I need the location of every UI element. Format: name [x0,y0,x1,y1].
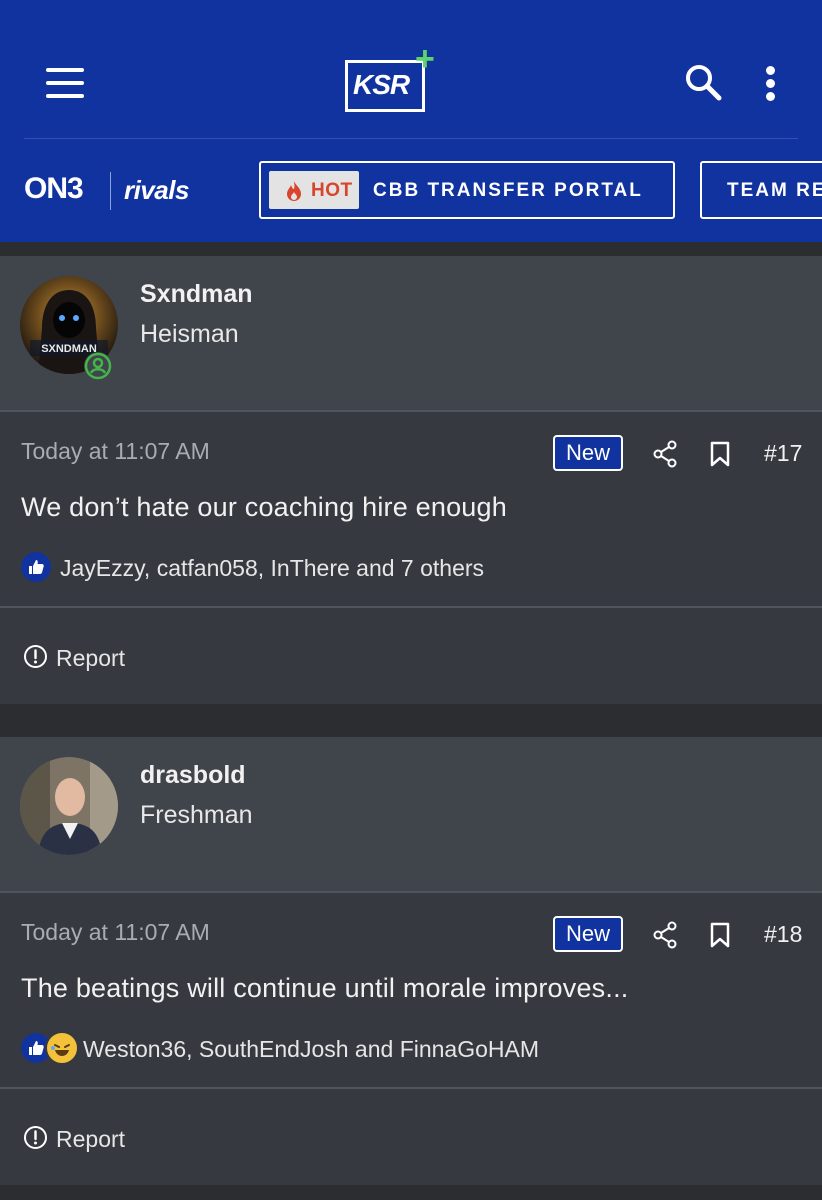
post-message: We don’t hate our coaching hire enough [21,492,507,522]
post-message: The beatings will continue until morale … [21,973,629,1003]
nav-pill-team-re[interactable]: TEAM RE [700,161,822,219]
on3-logo[interactable]: ON3 [24,172,84,206]
bookmark-icon[interactable] [709,441,731,467]
flame-icon [285,180,303,207]
reaction-names[interactable]: JayEzzy, catfan058, InThere and 7 others [60,555,484,582]
rivals-logo[interactable]: rivals [124,175,189,206]
username[interactable]: Sxndman [140,280,253,309]
nav-pill-label: CBB TRANSFER PORTAL [373,180,643,201]
search-icon[interactable] [683,62,723,102]
share-icon[interactable] [652,440,678,468]
reaction-names[interactable]: Weston36, SouthEndJosh and FinnaGoHAM [83,1036,539,1063]
site-header: KSR + ON3 rivals HOT CBB TRANSFER PORTAL… [0,0,822,242]
report-label: Report [56,645,126,671]
header-divider [24,138,798,139]
top-bar: KSR + [0,0,822,138]
brand-separator [110,172,111,210]
ksr-plus-logo[interactable]: KSR + [345,42,440,116]
hot-label: HOT [311,180,353,201]
avatar[interactable] [20,757,118,855]
post-timestamp[interactable]: Today at 11:07 AM [21,438,210,465]
post-footer: Report [0,1089,822,1185]
more-options-icon[interactable] [760,66,780,102]
post-timestamp[interactable]: Today at 11:07 AM [21,919,210,946]
post-author: SXNDMAN Sxndman Heisman [0,256,822,410]
logo-text: KSR [353,69,410,100]
online-status-icon [84,352,112,380]
alert-circle-icon [24,645,47,668]
post-18: drasbold Freshman Today at 11:07 AM New … [0,737,822,1187]
report-label: Report [56,1126,126,1152]
user-title: Freshman [140,801,253,829]
like-icon [21,552,51,582]
post-17: SXNDMAN Sxndman Heisman Today at 11:07 A… [0,256,822,706]
post-author: drasbold Freshman [0,737,822,891]
share-icon[interactable] [652,921,678,949]
post-body: Today at 11:07 AM New #17 We don’t hate … [0,412,822,606]
new-badge: New [553,435,623,471]
username[interactable]: drasbold [140,761,246,790]
user-title: Heisman [140,320,239,348]
laughing-emoji-icon [45,1031,79,1065]
new-badge: New [553,916,623,952]
hamburger-menu-icon[interactable] [46,68,84,98]
logo-plus: + [415,40,435,78]
hot-badge: HOT [269,171,359,209]
post-number-link[interactable]: #18 [764,921,802,948]
post-footer: Report [0,608,822,704]
post-number-link[interactable]: #17 [764,440,802,467]
post-body: Today at 11:07 AM New #18 The beatings w… [0,893,822,1087]
nav-pill-cbb-transfer-portal[interactable]: HOT CBB TRANSFER PORTAL [259,161,675,219]
bookmark-icon[interactable] [709,922,731,948]
nav-pill-label: TEAM RE [727,180,822,201]
alert-circle-icon [24,1126,47,1149]
